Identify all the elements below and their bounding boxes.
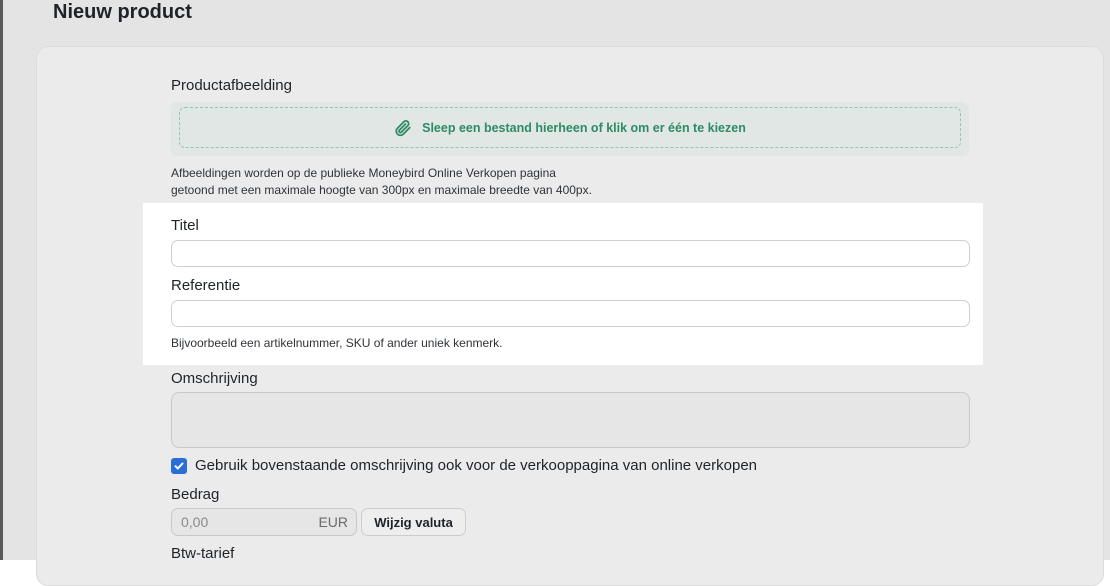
image-hint-line-1: Afbeeldingen worden op de publieke Money… [171, 166, 556, 180]
change-currency-button[interactable]: Wijzig valuta [361, 508, 466, 536]
online-sales-checkbox[interactable] [171, 458, 187, 474]
online-sales-checkbox-label[interactable]: Gebruik bovenstaande omschrijving ook vo… [195, 457, 757, 475]
description-label: Omschrijving [171, 370, 258, 387]
paperclip-icon [394, 119, 412, 137]
vat-rate-label: Btw-tarief [171, 545, 235, 562]
title-label: Titel [171, 217, 199, 234]
amount-input[interactable]: 0,00 EUR [171, 508, 357, 536]
app-window: Nieuw product Productafbeelding Sleep ee… [0, 0, 1110, 586]
title-input[interactable] [171, 240, 970, 267]
reference-hint: Bijvoorbeeld een artikelnummer, SKU of a… [171, 336, 503, 350]
amount-label: Bedrag [171, 486, 220, 503]
amount-placeholder: 0,00 [181, 514, 209, 530]
dropzone-text: Sleep een bestand hierheen of klik om er… [422, 120, 746, 135]
image-dropzone[interactable]: Sleep een bestand hierheen of klik om er… [171, 102, 969, 156]
amount-currency: EUR [318, 514, 348, 530]
reference-input[interactable] [171, 300, 970, 327]
checkmark-icon [174, 462, 184, 470]
reference-label: Referentie [171, 277, 241, 294]
page-title: Nieuw product [53, 1, 192, 23]
product-image-label: Productafbeelding [171, 77, 292, 94]
description-textarea[interactable] [171, 392, 970, 448]
image-hint-line-2: getoond met een maximale hoogte van 300p… [171, 183, 592, 197]
image-dropzone-area[interactable]: Sleep een bestand hierheen of klik om er… [179, 107, 961, 148]
